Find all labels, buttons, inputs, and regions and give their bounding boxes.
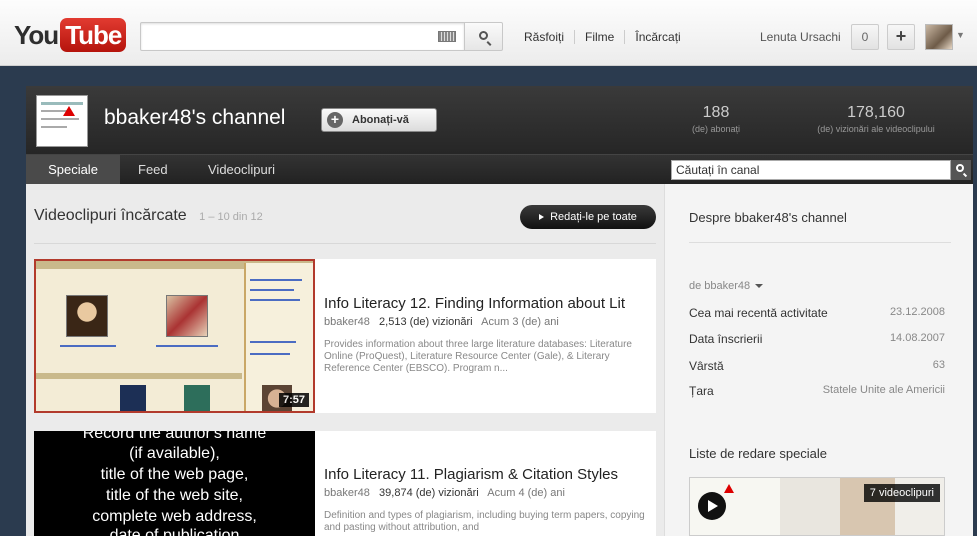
subscriber-count: 188 bbox=[702, 104, 730, 121]
thumb-text-line: complete web address, bbox=[92, 508, 257, 525]
keyboard-icon[interactable] bbox=[438, 31, 456, 42]
thumb-text-line: title of the web page, bbox=[100, 466, 249, 483]
video-author[interactable]: bbaker48 bbox=[324, 316, 370, 328]
video-title[interactable]: Info Literacy 11. Plagiarism & Citation … bbox=[324, 466, 650, 483]
youtube-logo[interactable]: You Tube bbox=[14, 18, 127, 52]
about-title: Despre bbaker48's channel bbox=[689, 210, 847, 225]
video-description: Definition and types of plagiarism, incl… bbox=[324, 510, 645, 533]
playlists-title: Liste de redare speciale bbox=[689, 446, 828, 461]
video-description: Provides information about three large l… bbox=[324, 339, 632, 374]
channel-thumbnail[interactable] bbox=[36, 95, 88, 147]
info-value: 14.08.2007 bbox=[889, 332, 945, 344]
search-icon bbox=[956, 164, 964, 172]
play-icon bbox=[539, 214, 545, 221]
subscribe-button[interactable]: + Abonați-vă bbox=[321, 108, 437, 132]
video-views: 2,513 (de) vizionări bbox=[379, 316, 473, 328]
plus-icon: + bbox=[327, 112, 343, 128]
thumb-text-line: title of the web site, bbox=[106, 487, 243, 504]
section-range: 1 – 10 din 12 bbox=[199, 211, 263, 223]
info-value: 23.12.2008 bbox=[889, 306, 945, 318]
main-content: Videoclipuri încărcate 1 – 10 din 12 Red… bbox=[26, 184, 664, 536]
video-title[interactable]: Info Literacy 12. Finding Information ab… bbox=[324, 295, 650, 312]
playlist-thumbnail[interactable]: 7 videoclipuri bbox=[689, 477, 945, 536]
channel-search-input[interactable]: Căutați în canal bbox=[671, 160, 951, 180]
divider bbox=[689, 242, 951, 243]
playlist-count: 7 videoclipuri bbox=[863, 484, 940, 502]
avatar[interactable] bbox=[925, 24, 953, 50]
video-duration: 7:57 bbox=[278, 393, 309, 407]
video-age: Acum 3 (de) ani bbox=[481, 316, 559, 328]
user-name[interactable]: Lenuta Ursachi bbox=[760, 30, 841, 44]
nav-browse[interactable]: Răsfoiți bbox=[524, 30, 564, 44]
top-nav: Răsfoiți Filme Încărcați bbox=[524, 30, 681, 44]
subscriber-stat: 188 (de) abonați bbox=[686, 104, 746, 134]
views-label: (de) vizionări ale videoclipului bbox=[817, 124, 935, 134]
channel-title: bbaker48's channel bbox=[104, 106, 286, 129]
info-label: Vârstă bbox=[689, 359, 724, 373]
info-label: Cea mai recentă activitate bbox=[689, 306, 828, 320]
logo-you: You bbox=[14, 19, 59, 50]
views-stat: 178,160 (de) vizionări ale videoclipului bbox=[786, 104, 966, 134]
info-label: Data înscrierii bbox=[689, 332, 763, 346]
video-age: Acum 4 (de) ani bbox=[487, 487, 565, 499]
chevron-down-icon[interactable]: ▼ bbox=[956, 30, 965, 40]
subscriber-label: (de) abonați bbox=[691, 124, 741, 134]
info-label: Țara bbox=[689, 384, 714, 398]
chevron-down-icon bbox=[755, 284, 764, 289]
section-title: Videoclipuri încărcate bbox=[34, 207, 187, 224]
channel-sidebar: Despre bbaker48's channel de bbaker48 Ce… bbox=[664, 184, 973, 536]
info-value: 63 bbox=[932, 359, 945, 371]
tab-featured[interactable]: Speciale bbox=[26, 155, 120, 185]
video-meta: bbaker48 2,513 (de) vizionări Acum 3 (de… bbox=[324, 316, 559, 328]
video-meta: bbaker48 39,874 (de) vizionări Acum 4 (d… bbox=[324, 487, 565, 499]
search-button[interactable] bbox=[465, 22, 503, 51]
nav-separator bbox=[624, 30, 626, 44]
info-row-latest-activity: Cea mai recentă activitate 23.12.2008 bbox=[689, 306, 945, 320]
video-thumbnail[interactable]: Record the author's name (if available),… bbox=[34, 431, 315, 536]
logo-tube: Tube bbox=[60, 18, 127, 52]
notification-count-button[interactable]: 0 bbox=[851, 24, 879, 50]
play-all-button[interactable]: Redați-le pe toate bbox=[520, 205, 656, 229]
nav-movies[interactable]: Filme bbox=[585, 30, 614, 44]
play-all-label: Redați-le pe toate bbox=[550, 211, 637, 223]
tab-videos[interactable]: Videoclipuri bbox=[194, 155, 289, 185]
subscribe-label: Abonați-vă bbox=[352, 114, 409, 126]
channel-nav: Speciale Feed Videoclipuri Căutați în ca… bbox=[26, 154, 973, 185]
uploaded-videos-heading: Videoclipuri încărcate 1 – 10 din 12 bbox=[34, 207, 263, 225]
channel-search-button[interactable] bbox=[951, 160, 971, 180]
masthead: You Tube Răsfoiți Filme Încărcați Lenuta… bbox=[0, 0, 977, 66]
info-row-joined: Data înscrierii 14.08.2007 bbox=[689, 332, 945, 346]
thumb-text-line: date of publication bbox=[109, 527, 240, 536]
video-thumbnail[interactable]: 7:57 bbox=[34, 259, 315, 413]
video-views: 39,874 (de) vizionări bbox=[379, 487, 479, 499]
info-value: Statele Unite ale Americii bbox=[822, 384, 945, 396]
tab-feed[interactable]: Feed bbox=[124, 155, 182, 185]
video-item[interactable]: 7:57 Info Literacy 12. Finding Informati… bbox=[34, 259, 656, 413]
video-author[interactable]: bbaker48 bbox=[324, 487, 370, 499]
nav-separator bbox=[574, 30, 576, 44]
info-row-age: Vârstă 63 bbox=[689, 359, 945, 373]
thumb-text-line: Record the author's name bbox=[82, 431, 267, 442]
add-button[interactable]: + bbox=[887, 24, 915, 50]
nav-upload[interactable]: Încărcați bbox=[635, 30, 680, 44]
search-input[interactable] bbox=[140, 22, 465, 51]
play-icon[interactable] bbox=[698, 492, 726, 520]
by-line-text: de bbaker48 bbox=[689, 280, 751, 292]
search-icon bbox=[479, 31, 488, 40]
divider bbox=[34, 243, 656, 244]
info-row-country: Țara Statele Unite ale Americii bbox=[689, 384, 945, 398]
video-item[interactable]: Record the author's name (if available),… bbox=[34, 431, 656, 536]
thumb-text-line: (if available), bbox=[129, 445, 220, 462]
by-line[interactable]: de bbaker48 bbox=[689, 280, 764, 292]
channel-header: bbaker48's channel + Abonați-vă 188 (de)… bbox=[26, 86, 973, 154]
views-count: 178,160 bbox=[847, 104, 905, 121]
